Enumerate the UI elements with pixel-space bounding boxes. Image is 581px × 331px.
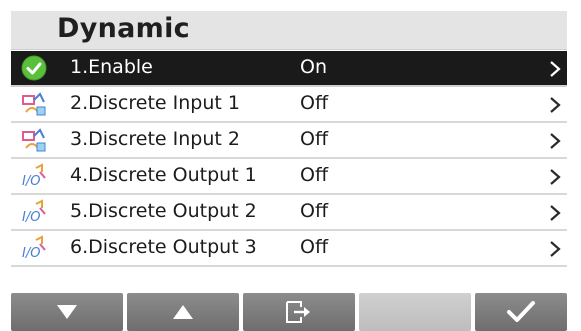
menu-item-enable[interactable]: 1.Enable On	[11, 51, 567, 87]
discrete-input-icon	[22, 128, 46, 152]
menu-item-label: 1.Enable	[70, 56, 153, 78]
chevron-right-icon	[550, 133, 561, 149]
exit-icon	[286, 301, 310, 323]
blank-softkey	[359, 293, 471, 331]
up-arrow-icon	[173, 305, 193, 319]
chevron-right-icon	[550, 241, 561, 257]
confirm-button[interactable]	[475, 293, 567, 331]
menu-list: 1.Enable On 2.Discrete Input 1 Off 3.Dis…	[11, 51, 567, 267]
chevron-right-icon	[550, 97, 561, 113]
page-title: Dynamic	[57, 13, 190, 44]
menu-item-discrete-output-3[interactable]: I/O 6.Discrete Output 3 Off	[11, 231, 567, 267]
discrete-output-icon: I/O	[22, 235, 46, 261]
menu-item-discrete-input-2[interactable]: 3.Discrete Input 2 Off	[11, 123, 567, 159]
menu-item-label: 3.Discrete Input 2	[70, 128, 240, 150]
check-circle-icon	[21, 55, 47, 81]
discrete-output-icon: I/O	[22, 199, 46, 225]
menu-item-value: Off	[300, 236, 329, 258]
svg-text:I/O: I/O	[22, 174, 40, 189]
checkmark-icon	[507, 301, 535, 322]
menu-item-label: 4.Discrete Output 1	[70, 164, 257, 186]
menu-item-label: 6.Discrete Output 3	[70, 236, 257, 258]
exit-button[interactable]	[243, 293, 355, 331]
menu-item-value: Off	[300, 128, 329, 150]
left-bezel	[0, 0, 11, 331]
down-arrow-icon	[57, 305, 77, 319]
menu-item-discrete-input-1[interactable]: 2.Discrete Input 1 Off	[11, 87, 567, 123]
menu-item-value: On	[300, 56, 327, 78]
svg-text:I/O: I/O	[22, 210, 40, 225]
chevron-right-icon	[550, 205, 561, 221]
right-bezel	[567, 0, 581, 331]
softkey-bar	[11, 291, 567, 331]
down-button[interactable]	[11, 293, 123, 331]
settings-screen: Dynamic 1.Enable On 2.Discrete Input 1 O…	[0, 0, 581, 331]
menu-item-label: 5.Discrete Output 2	[70, 200, 257, 222]
menu-item-discrete-output-1[interactable]: I/O 4.Discrete Output 1 Off	[11, 159, 567, 195]
up-button[interactable]	[127, 293, 239, 331]
menu-item-discrete-output-2[interactable]: I/O 5.Discrete Output 2 Off	[11, 195, 567, 231]
menu-item-label: 2.Discrete Input 1	[70, 92, 240, 114]
discrete-output-icon: I/O	[22, 163, 46, 189]
chevron-right-icon	[550, 61, 561, 77]
title-bar: Dynamic	[11, 11, 567, 50]
menu-item-value: Off	[300, 92, 329, 114]
svg-text:I/O: I/O	[22, 246, 40, 261]
menu-item-value: Off	[300, 164, 329, 186]
menu-item-value: Off	[300, 200, 329, 222]
discrete-input-icon	[22, 92, 46, 116]
chevron-right-icon	[550, 169, 561, 185]
